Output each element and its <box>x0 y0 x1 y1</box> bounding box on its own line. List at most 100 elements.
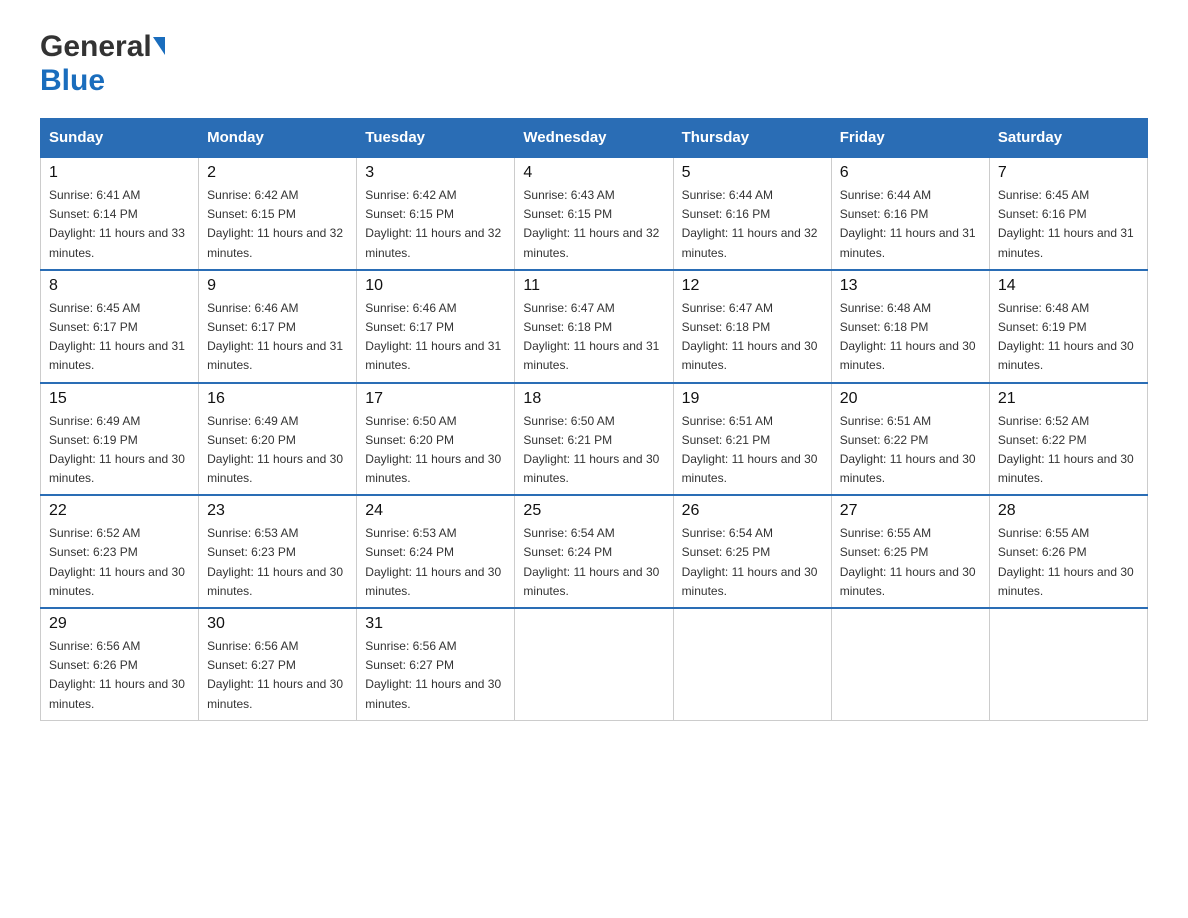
calendar-header-wednesday: Wednesday <box>515 119 673 158</box>
calendar-cell: 2 Sunrise: 6:42 AM Sunset: 6:15 PM Dayli… <box>199 157 357 270</box>
logo-arrow-icon <box>153 37 165 55</box>
page-header: General Blue <box>40 30 1148 98</box>
calendar-cell: 1 Sunrise: 6:41 AM Sunset: 6:14 PM Dayli… <box>41 157 199 270</box>
day-info: Sunrise: 6:43 AM Sunset: 6:15 PM Dayligh… <box>523 186 664 263</box>
day-info: Sunrise: 6:51 AM Sunset: 6:22 PM Dayligh… <box>840 412 981 489</box>
calendar-header-thursday: Thursday <box>673 119 831 158</box>
calendar-cell: 20 Sunrise: 6:51 AM Sunset: 6:22 PM Dayl… <box>831 383 989 496</box>
calendar-cell <box>831 608 989 720</box>
day-number: 19 <box>682 390 823 408</box>
day-info: Sunrise: 6:48 AM Sunset: 6:18 PM Dayligh… <box>840 299 981 376</box>
day-info: Sunrise: 6:45 AM Sunset: 6:17 PM Dayligh… <box>49 299 190 376</box>
calendar-cell <box>673 608 831 720</box>
calendar-cell: 21 Sunrise: 6:52 AM Sunset: 6:22 PM Dayl… <box>989 383 1147 496</box>
logo-text-general: General <box>40 30 165 64</box>
day-number: 31 <box>365 615 506 633</box>
calendar-header-sunday: Sunday <box>41 119 199 158</box>
day-info: Sunrise: 6:53 AM Sunset: 6:23 PM Dayligh… <box>207 524 348 601</box>
day-number: 3 <box>365 164 506 182</box>
calendar-header-friday: Friday <box>831 119 989 158</box>
day-info: Sunrise: 6:47 AM Sunset: 6:18 PM Dayligh… <box>682 299 823 376</box>
calendar-header-monday: Monday <box>199 119 357 158</box>
day-number: 4 <box>523 164 664 182</box>
calendar-cell <box>989 608 1147 720</box>
calendar-cell: 31 Sunrise: 6:56 AM Sunset: 6:27 PM Dayl… <box>357 608 515 720</box>
calendar-cell: 17 Sunrise: 6:50 AM Sunset: 6:20 PM Dayl… <box>357 383 515 496</box>
day-number: 10 <box>365 277 506 295</box>
day-number: 18 <box>523 390 664 408</box>
day-info: Sunrise: 6:54 AM Sunset: 6:25 PM Dayligh… <box>682 524 823 601</box>
calendar-cell: 30 Sunrise: 6:56 AM Sunset: 6:27 PM Dayl… <box>199 608 357 720</box>
calendar-table: SundayMondayTuesdayWednesdayThursdayFrid… <box>40 118 1148 721</box>
day-info: Sunrise: 6:46 AM Sunset: 6:17 PM Dayligh… <box>365 299 506 376</box>
day-info: Sunrise: 6:56 AM Sunset: 6:26 PM Dayligh… <box>49 637 190 714</box>
day-number: 7 <box>998 164 1139 182</box>
calendar-cell: 23 Sunrise: 6:53 AM Sunset: 6:23 PM Dayl… <box>199 495 357 608</box>
day-info: Sunrise: 6:41 AM Sunset: 6:14 PM Dayligh… <box>49 186 190 263</box>
calendar-cell: 27 Sunrise: 6:55 AM Sunset: 6:25 PM Dayl… <box>831 495 989 608</box>
calendar-cell: 5 Sunrise: 6:44 AM Sunset: 6:16 PM Dayli… <box>673 157 831 270</box>
day-number: 12 <box>682 277 823 295</box>
day-info: Sunrise: 6:56 AM Sunset: 6:27 PM Dayligh… <box>207 637 348 714</box>
day-info: Sunrise: 6:49 AM Sunset: 6:19 PM Dayligh… <box>49 412 190 489</box>
day-number: 5 <box>682 164 823 182</box>
calendar-cell: 19 Sunrise: 6:51 AM Sunset: 6:21 PM Dayl… <box>673 383 831 496</box>
calendar-cell: 9 Sunrise: 6:46 AM Sunset: 6:17 PM Dayli… <box>199 270 357 383</box>
calendar-cell: 6 Sunrise: 6:44 AM Sunset: 6:16 PM Dayli… <box>831 157 989 270</box>
day-number: 2 <box>207 164 348 182</box>
day-info: Sunrise: 6:54 AM Sunset: 6:24 PM Dayligh… <box>523 524 664 601</box>
calendar-cell: 14 Sunrise: 6:48 AM Sunset: 6:19 PM Dayl… <box>989 270 1147 383</box>
day-info: Sunrise: 6:55 AM Sunset: 6:26 PM Dayligh… <box>998 524 1139 601</box>
day-number: 16 <box>207 390 348 408</box>
calendar-cell: 18 Sunrise: 6:50 AM Sunset: 6:21 PM Dayl… <box>515 383 673 496</box>
day-number: 28 <box>998 502 1139 520</box>
day-number: 14 <box>998 277 1139 295</box>
day-info: Sunrise: 6:50 AM Sunset: 6:20 PM Dayligh… <box>365 412 506 489</box>
day-number: 23 <box>207 502 348 520</box>
calendar-cell: 4 Sunrise: 6:43 AM Sunset: 6:15 PM Dayli… <box>515 157 673 270</box>
day-number: 27 <box>840 502 981 520</box>
day-info: Sunrise: 6:52 AM Sunset: 6:23 PM Dayligh… <box>49 524 190 601</box>
day-info: Sunrise: 6:55 AM Sunset: 6:25 PM Dayligh… <box>840 524 981 601</box>
day-info: Sunrise: 6:47 AM Sunset: 6:18 PM Dayligh… <box>523 299 664 376</box>
calendar-cell: 8 Sunrise: 6:45 AM Sunset: 6:17 PM Dayli… <box>41 270 199 383</box>
day-number: 9 <box>207 277 348 295</box>
day-number: 21 <box>998 390 1139 408</box>
day-number: 15 <box>49 390 190 408</box>
day-number: 29 <box>49 615 190 633</box>
logo: General Blue <box>40 30 165 98</box>
day-info: Sunrise: 6:56 AM Sunset: 6:27 PM Dayligh… <box>365 637 506 714</box>
calendar-cell: 29 Sunrise: 6:56 AM Sunset: 6:26 PM Dayl… <box>41 608 199 720</box>
day-info: Sunrise: 6:42 AM Sunset: 6:15 PM Dayligh… <box>365 186 506 263</box>
calendar-week-row: 29 Sunrise: 6:56 AM Sunset: 6:26 PM Dayl… <box>41 608 1148 720</box>
calendar-header-row: SundayMondayTuesdayWednesdayThursdayFrid… <box>41 119 1148 158</box>
calendar-cell: 7 Sunrise: 6:45 AM Sunset: 6:16 PM Dayli… <box>989 157 1147 270</box>
day-info: Sunrise: 6:51 AM Sunset: 6:21 PM Dayligh… <box>682 412 823 489</box>
day-info: Sunrise: 6:49 AM Sunset: 6:20 PM Dayligh… <box>207 412 348 489</box>
day-info: Sunrise: 6:50 AM Sunset: 6:21 PM Dayligh… <box>523 412 664 489</box>
calendar-cell: 3 Sunrise: 6:42 AM Sunset: 6:15 PM Dayli… <box>357 157 515 270</box>
calendar-header-saturday: Saturday <box>989 119 1147 158</box>
calendar-cell: 25 Sunrise: 6:54 AM Sunset: 6:24 PM Dayl… <box>515 495 673 608</box>
calendar-cell: 28 Sunrise: 6:55 AM Sunset: 6:26 PM Dayl… <box>989 495 1147 608</box>
day-info: Sunrise: 6:44 AM Sunset: 6:16 PM Dayligh… <box>840 186 981 263</box>
calendar-cell: 26 Sunrise: 6:54 AM Sunset: 6:25 PM Dayl… <box>673 495 831 608</box>
day-number: 24 <box>365 502 506 520</box>
calendar-cell: 24 Sunrise: 6:53 AM Sunset: 6:24 PM Dayl… <box>357 495 515 608</box>
day-number: 17 <box>365 390 506 408</box>
day-number: 25 <box>523 502 664 520</box>
calendar-cell: 16 Sunrise: 6:49 AM Sunset: 6:20 PM Dayl… <box>199 383 357 496</box>
day-number: 13 <box>840 277 981 295</box>
day-number: 6 <box>840 164 981 182</box>
calendar-cell: 22 Sunrise: 6:52 AM Sunset: 6:23 PM Dayl… <box>41 495 199 608</box>
calendar-week-row: 22 Sunrise: 6:52 AM Sunset: 6:23 PM Dayl… <box>41 495 1148 608</box>
day-number: 20 <box>840 390 981 408</box>
day-number: 22 <box>49 502 190 520</box>
day-number: 11 <box>523 277 664 295</box>
calendar-cell: 13 Sunrise: 6:48 AM Sunset: 6:18 PM Dayl… <box>831 270 989 383</box>
calendar-week-row: 8 Sunrise: 6:45 AM Sunset: 6:17 PM Dayli… <box>41 270 1148 383</box>
calendar-cell: 10 Sunrise: 6:46 AM Sunset: 6:17 PM Dayl… <box>357 270 515 383</box>
day-number: 26 <box>682 502 823 520</box>
day-number: 1 <box>49 164 190 182</box>
day-number: 8 <box>49 277 190 295</box>
